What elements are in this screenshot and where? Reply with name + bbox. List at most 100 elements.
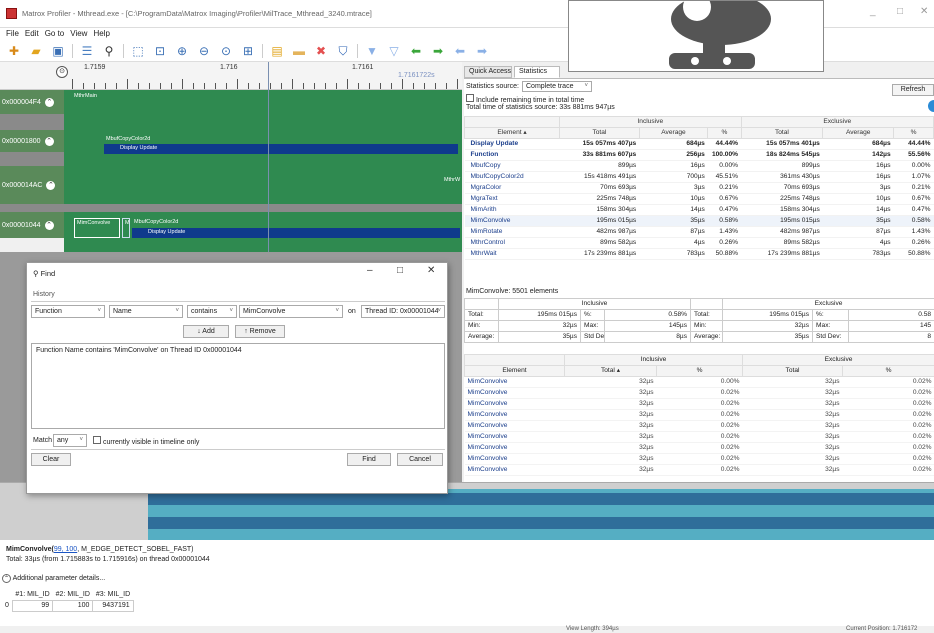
element-row[interactable]: MimConvolve 32µs 0.02% 32µs 0.02% — [464, 387, 934, 399]
menu-edit[interactable]: Edit — [25, 29, 39, 38]
lane-0x00001044[interactable]: MimConvolve Mb MbufCopyColor2d Display U… — [64, 212, 462, 252]
remove-button[interactable]: ↑ Remove — [235, 325, 285, 338]
lane-label-0x00001044[interactable]: 0x00001044 ⌃ — [0, 212, 64, 238]
col-incl-average[interactable]: Average — [638, 127, 709, 139]
param-value[interactable]: 100 — [52, 600, 94, 612]
tab-statistics[interactable]: Statistics — [514, 66, 560, 78]
statistics-row[interactable]: Function 33s 881ms 607µs 256µs 100.00% 18s 8… — [464, 149, 934, 161]
maximize-icon[interactable]: □ — [897, 6, 903, 17]
statistics-row[interactable]: MbufCopy 899µs 16µs 0.00% 899µs 16µs 0.00% — [464, 160, 934, 172]
refresh-button[interactable]: Refresh — [892, 84, 934, 96]
close-icon[interactable]: ✕ — [920, 6, 928, 17]
expand-icon[interactable]: ⌃ — [2, 574, 11, 583]
menu-file[interactable]: File — [6, 29, 19, 38]
timeline-stripe[interactable] — [148, 493, 934, 505]
param-value[interactable]: 9437191 — [92, 600, 134, 612]
collapse-lane-icon[interactable]: ⌃ — [44, 97, 54, 107]
lane-0x000014AC[interactable]: MthrW — [64, 166, 462, 204]
criteria-item[interactable]: Function Name contains 'MimConvolve' on … — [32, 344, 444, 357]
args-link[interactable]: 99, 100 — [54, 546, 77, 553]
lane-label-0x00001800[interactable]: 0x00001800 ⌃ — [0, 130, 64, 152]
zoom-fit-icon[interactable]: ⊙ — [218, 43, 234, 59]
next-arrow-icon[interactable]: ➡ — [430, 43, 446, 59]
element-row[interactable]: MimConvolve 32µs 0.02% 32µs 0.02% — [464, 453, 934, 465]
funnel-clear-icon[interactable]: ▽ — [386, 43, 402, 59]
collapse-ruler-icon[interactable]: ⊙ — [56, 66, 68, 78]
col-excl-percent[interactable]: % — [893, 127, 934, 139]
menu-view[interactable]: View — [70, 29, 87, 38]
timeline-stripe[interactable] — [148, 517, 934, 529]
timeline-block[interactable]: MbufCopyColor2d — [132, 218, 460, 228]
statistics-row[interactable]: MimConvolve 195ms 015µs 35µs 0.58% 195ms 015… — [464, 215, 934, 227]
elem-col-incl-total[interactable]: Total ▴ — [564, 365, 657, 377]
elem-col-excl-total[interactable]: Total — [742, 365, 843, 377]
timeline-block[interactable]: MthrW — [442, 176, 462, 184]
tab-quick-access[interactable]: Quick Access — [464, 66, 512, 78]
element-row[interactable]: MimConvolve 32µs 0.02% 32µs 0.02% — [464, 464, 934, 476]
filter-icon[interactable]: ⛉ — [335, 43, 351, 59]
back-arrow-icon[interactable]: ⬅ — [452, 43, 468, 59]
visible-only[interactable]: currently visible in timeline only — [93, 436, 199, 446]
statistics-row[interactable]: Display Update 15s 057ms 407µs 684µs 44.44%… — [464, 138, 934, 150]
funnel-icon[interactable]: ▼ — [364, 43, 380, 59]
statistics-row[interactable]: MimArith 158ms 304µs 14µs 0.47% 158ms 304µs 1… — [464, 204, 934, 216]
info-icon[interactable] — [928, 100, 934, 112]
value-select[interactable]: MimConvolve ˅ — [239, 305, 343, 318]
element-row[interactable]: MimConvolve 32µs 0.02% 32µs 0.02% — [464, 409, 934, 421]
include-remaining-checkbox[interactable] — [466, 94, 474, 102]
timeline-block[interactable]: Display Update — [104, 144, 458, 154]
delete-marker-icon[interactable]: ✖ — [313, 43, 329, 59]
criteria-list[interactable]: Function Name contains 'MimConvolve' on … — [31, 343, 445, 429]
collapse-lane-icon[interactable]: ⌃ — [44, 136, 54, 146]
col-excl-average[interactable]: Average — [822, 127, 895, 139]
zoom-select-icon[interactable]: ⬚ — [130, 43, 146, 59]
elem-col-incl-percent[interactable]: % — [656, 365, 743, 377]
marker-icon[interactable]: ▬ — [291, 43, 307, 59]
timeline-block[interactable]: Display Update — [132, 228, 460, 238]
param-value[interactable]: 99 — [11, 600, 54, 612]
lane-label-0x000014AC[interactable]: 0x000014AC ⌃ — [0, 166, 64, 204]
elem-col-element[interactable]: Element — [464, 365, 565, 377]
lane-label-0x000004F4[interactable]: 0x000004F4 ⌃ — [0, 90, 64, 114]
open-folder-icon[interactable]: ▰ — [28, 43, 44, 59]
stats-source-select[interactable]: Complete trace ˅ — [522, 81, 592, 92]
thread-select[interactable]: Thread ID: 0x00001044 ˅ — [361, 305, 445, 318]
operator-select[interactable]: contains ˅ — [187, 305, 237, 318]
timeline-block[interactable]: MthrMain — [72, 92, 99, 100]
lane-0x00001800[interactable]: MbufCopyColor2d Display Update — [64, 130, 462, 166]
timeline-block-mimconvolve[interactable]: MimConvolve — [74, 218, 120, 238]
collapse-lane-icon[interactable]: ⌃ — [46, 180, 56, 190]
element-row[interactable]: MimConvolve 32µs 0.02% 32µs 0.02% — [464, 442, 934, 454]
zoom-all-icon[interactable]: ⊞ — [240, 43, 256, 59]
include-remaining[interactable]: Include remaining time in total time — [466, 94, 584, 104]
list-icon[interactable]: ☰ — [79, 43, 95, 59]
clear-button[interactable]: Clear — [31, 453, 71, 466]
menu-help[interactable]: Help — [93, 29, 109, 38]
element-row[interactable]: MimConvolve 32µs 0.02% 32µs 0.02% — [464, 420, 934, 432]
col-incl-total[interactable]: Total — [559, 127, 640, 139]
statistics-row[interactable]: MthrControl 89ms 582µs 4µs 0.26% 89ms 582µs 4… — [464, 237, 934, 249]
save-icon[interactable]: ▣ — [50, 43, 66, 59]
forward-arrow-icon[interactable]: ➡ — [474, 43, 490, 59]
col-element[interactable]: Element ▴ — [463, 127, 561, 139]
visible-only-checkbox[interactable] — [93, 436, 101, 444]
match-select[interactable]: any ˅ — [53, 434, 87, 447]
timeline-ruler[interactable]: ⊙ 1.7159 1.716 1.7161 1.7161722s — [0, 62, 462, 90]
field-select[interactable]: Name ˅ — [109, 305, 183, 318]
bookmark-icon[interactable]: ▤ — [269, 43, 285, 59]
minimize-icon[interactable]: – — [367, 265, 373, 276]
collapse-lane-icon[interactable]: ⌃ — [44, 220, 54, 230]
statistics-row[interactable]: MgraText 225ms 748µs 10µs 0.67% 225ms 748µs 1… — [464, 193, 934, 205]
timeline-block[interactable]: Mb — [122, 218, 130, 238]
binoculars-icon[interactable]: ⚲ — [101, 43, 117, 59]
col-excl-total[interactable]: Total — [740, 127, 824, 139]
menu-goto[interactable]: Go to — [45, 29, 65, 38]
element-row[interactable]: MimConvolve 32µs 0.00% 32µs 0.02% — [464, 376, 934, 388]
element-row[interactable]: MimConvolve 32µs 0.02% 32µs 0.02% — [464, 431, 934, 443]
statistics-row[interactable]: MgraColor 70ms 693µs 3µs 0.21% 70ms 693µs 3µs… — [464, 182, 934, 194]
col-incl-percent[interactable]: % — [707, 127, 742, 139]
element-row[interactable]: MimConvolve 32µs 0.02% 32µs 0.02% — [464, 398, 934, 410]
timeline-cursor[interactable] — [268, 62, 269, 252]
timeline-stripe[interactable] — [148, 505, 934, 517]
minimize-icon[interactable]: _ — [870, 6, 876, 17]
